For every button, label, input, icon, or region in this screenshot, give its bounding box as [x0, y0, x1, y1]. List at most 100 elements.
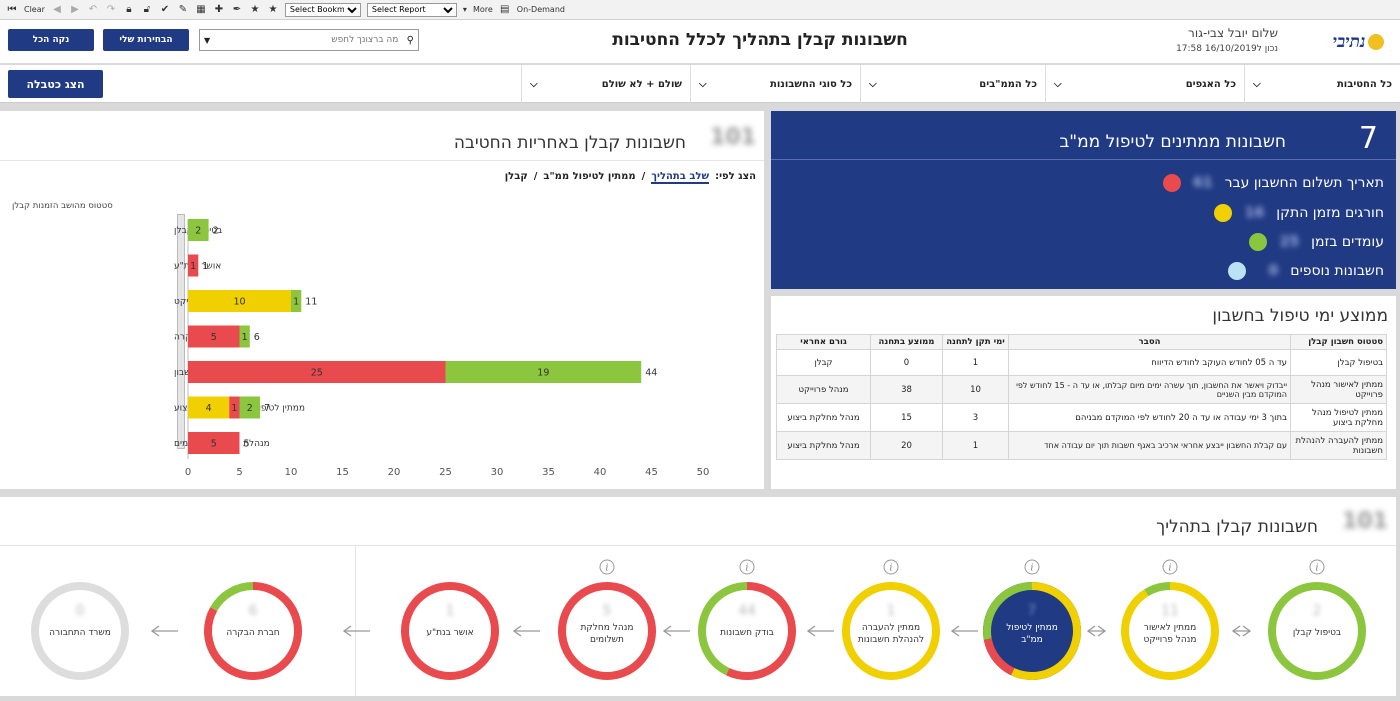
show-as-table-button[interactable]: הצג כטבלה	[8, 70, 103, 98]
process-step[interactable]: 44 בודק חשבונות	[698, 582, 796, 680]
separator: /	[533, 171, 538, 182]
header: נקה הכל הבחירות שלי ▼ ⚲ חשבונות קבלן בתה…	[0, 20, 1400, 64]
clear-icon[interactable]: ⏮	[6, 4, 18, 16]
table-header[interactable]: ממוצע בתחנה	[870, 334, 943, 350]
unlock-icon[interactable]: 🔓︎	[141, 4, 153, 16]
table-row[interactable]: מנהל מחלקת ביצוע 15 3 בתוך 3 ימי עבודה או ע…	[776, 403, 1387, 432]
stat-row[interactable]: 16 חורגים מזמן התקן	[1214, 202, 1384, 224]
search-box[interactable]: ▼ ⚲	[199, 29, 419, 51]
bar-segment-label: 1	[242, 332, 248, 343]
table-header[interactable]: ימי תקן לתחנה	[942, 334, 1009, 350]
bookmark-select[interactable]: Select Bookmark	[284, 2, 361, 17]
step-label: אושר בנת"ע	[426, 628, 473, 638]
stat-row[interactable]: 61 תאריך תשלום החשבון עבר	[1162, 172, 1384, 194]
process-step[interactable]: 11 ממתין לאישור מנהל פרוייקט	[1121, 582, 1219, 680]
bar-total-label: 11	[305, 297, 317, 308]
show-by-contractor[interactable]: קבלן	[505, 171, 528, 184]
avg-days-panel: ממוצע ימי טיפול בחשבון גורם אחראי ממוצע …	[771, 296, 1396, 489]
search-icon: ⚲	[406, 34, 414, 46]
filter-division[interactable]: כל החטיבות ⌵	[1244, 65, 1400, 103]
x-tick-label: 50	[697, 467, 710, 478]
process-step[interactable]: 2 בטיפול קבלן	[1268, 582, 1366, 680]
table-cell: 10	[942, 375, 1009, 404]
my-selections-button[interactable]: הבחירות שלי	[103, 29, 189, 51]
more-button[interactable]: More	[473, 5, 493, 14]
avg-days-title: ממוצע ימי טיפול בחשבון	[1212, 306, 1388, 326]
lock-icon[interactable]: 🔒︎	[123, 4, 135, 16]
step-label: בטיפול קבלן	[1293, 628, 1341, 638]
filter-bar: הצג כטבלה כל החטיבות ⌵ כל האגפים ⌵ כל הממ"…	[0, 65, 1400, 103]
table-header[interactable]: סטטוס חשבון קבלן	[1290, 334, 1387, 350]
clear-button[interactable]: Clear	[24, 5, 45, 14]
step-label: בודק חשבונות	[720, 628, 774, 638]
chevron-down-icon: ⌵	[1054, 78, 1062, 90]
show-by-stage[interactable]: שלב בתהליך	[651, 171, 710, 184]
clear-all-button[interactable]: נקה הכל	[8, 29, 94, 51]
chevron-down-icon[interactable]: ▼	[204, 36, 210, 45]
pen-icon[interactable]: ✒	[231, 4, 243, 16]
process-step[interactable]: 7 ממתין לטיפול ממ"ב	[983, 582, 1081, 680]
table-row[interactable]: מנהל פרוייקט 38 10 ייבדוק ויאשר את החשבון, …	[776, 375, 1387, 404]
process-step[interactable]: 5 מנהל מחלקת תשלומים	[558, 582, 656, 680]
stat-value: 61	[1193, 175, 1213, 191]
table-row[interactable]: קבלן 0 1 עד ה 05 לחודש העוקב לחודש הדיווח בט…	[776, 349, 1387, 376]
step-value: 1	[887, 603, 896, 619]
process-step[interactable]: 1 אושר בנת"ע	[401, 582, 499, 680]
step-label: חברת הבקרה	[226, 628, 279, 638]
bar-segment-label: 2	[247, 403, 253, 414]
stat-row[interactable]: 25 עומדים בזמן	[1249, 231, 1384, 253]
edit-icon[interactable]: ✎	[177, 4, 189, 16]
step-value: 7	[1028, 603, 1037, 619]
step-label: ממתין להעברה	[862, 623, 920, 633]
bar-chart: 0 5 10 15 20 25 30 35 40 45 50בטיפול קבלן 2 2אושר בנ…	[174, 219, 710, 478]
undo-icon[interactable]: ↶	[87, 4, 99, 16]
step-label: מנהל מחלקת	[581, 623, 634, 633]
star-icon[interactable]: ★	[249, 4, 261, 16]
bar-segment-label: 1	[231, 403, 237, 414]
filter-manager[interactable]: כל הממ"בים ⌵	[860, 65, 1045, 103]
stat-label: חורגים מזמן התקן	[1276, 205, 1384, 221]
check-icon[interactable]: ✔	[159, 4, 171, 16]
table-header[interactable]: הסבר	[1008, 334, 1291, 350]
step-label: ממתין לאישור	[1144, 623, 1197, 633]
table-cell: מנהל מחלקת ביצוע	[776, 403, 871, 432]
table-cell: בתוך 3 ימי עבודה או עד ה 20 לחודש לפי המ…	[1008, 403, 1291, 432]
logo: נתיבי	[1322, 25, 1394, 59]
table-row[interactable]: מנהל מחלקת ביצוע 20 1 עם קבלת החשבון ייבצע …	[776, 431, 1387, 460]
report-select[interactable]: Select Report	[366, 2, 457, 17]
step-value: 2	[1313, 603, 1322, 619]
table-header-row: גורם אחראי ממוצע בתחנה ימי תקן לתחנה הסב…	[776, 334, 1387, 350]
show-by-waiting[interactable]: ממתין לטיפול ממ"ב	[543, 171, 635, 184]
info-icon-glyph: i	[746, 564, 749, 574]
table-cell: ממתין לאישור מנהל פרוייקט	[1290, 375, 1387, 404]
yellow-dot-icon	[1214, 204, 1233, 222]
x-tick-label: 35	[542, 467, 555, 478]
table-header[interactable]: גורם אחראי	[776, 334, 871, 350]
filter-branch[interactable]: כל האגפים ⌵	[1045, 65, 1244, 103]
step-label: מנהל פרוייקט	[1144, 635, 1197, 645]
filter-paid-status[interactable]: שולם + לא שולם ⌵	[521, 65, 690, 103]
toolbar: ⏮ Clear ◀ ▶ ↶ ↷ 🔒︎ 🔓︎ ✔ ✎ ▦ ✚ ✒ ★ ★ Sele…	[0, 0, 1400, 20]
table-cell: מנהל מחלקת ביצוע	[776, 431, 871, 460]
table-cell: בטיפול קבלן	[1290, 349, 1387, 376]
redo-icon[interactable]: ↷	[105, 4, 117, 16]
chart-icon[interactable]: ▦	[195, 4, 207, 16]
forward-icon[interactable]: ▶	[69, 4, 81, 16]
search-input[interactable]	[218, 35, 399, 45]
filter-account-type[interactable]: כל סוגי החשבונות ⌵	[690, 65, 860, 103]
star-filled-icon[interactable]: ★	[267, 4, 279, 16]
process-step[interactable]: 1 ממתין להעברה להנהלת חשבונות	[842, 582, 940, 680]
on-demand-button[interactable]: On-Demand	[517, 5, 565, 14]
process-step[interactable]: 6 חברת הבקרה	[204, 582, 302, 680]
back-icon[interactable]: ◀	[51, 4, 63, 16]
on-demand-icon[interactable]: ▤	[499, 4, 511, 16]
add-icon[interactable]: ✚	[213, 4, 225, 16]
step-value: 5	[603, 603, 612, 619]
x-tick-label: 25	[439, 467, 452, 478]
process-step[interactable]: 0 משרד התחבורה	[31, 582, 129, 680]
waiting-count: 7	[1358, 121, 1378, 156]
bar-segment-label: 1	[293, 297, 299, 308]
bar-total-label: 7	[264, 403, 270, 414]
stat-row[interactable]: 0 חשבונות נוספים	[1228, 260, 1384, 282]
more-icon[interactable]: ▾	[463, 5, 467, 14]
